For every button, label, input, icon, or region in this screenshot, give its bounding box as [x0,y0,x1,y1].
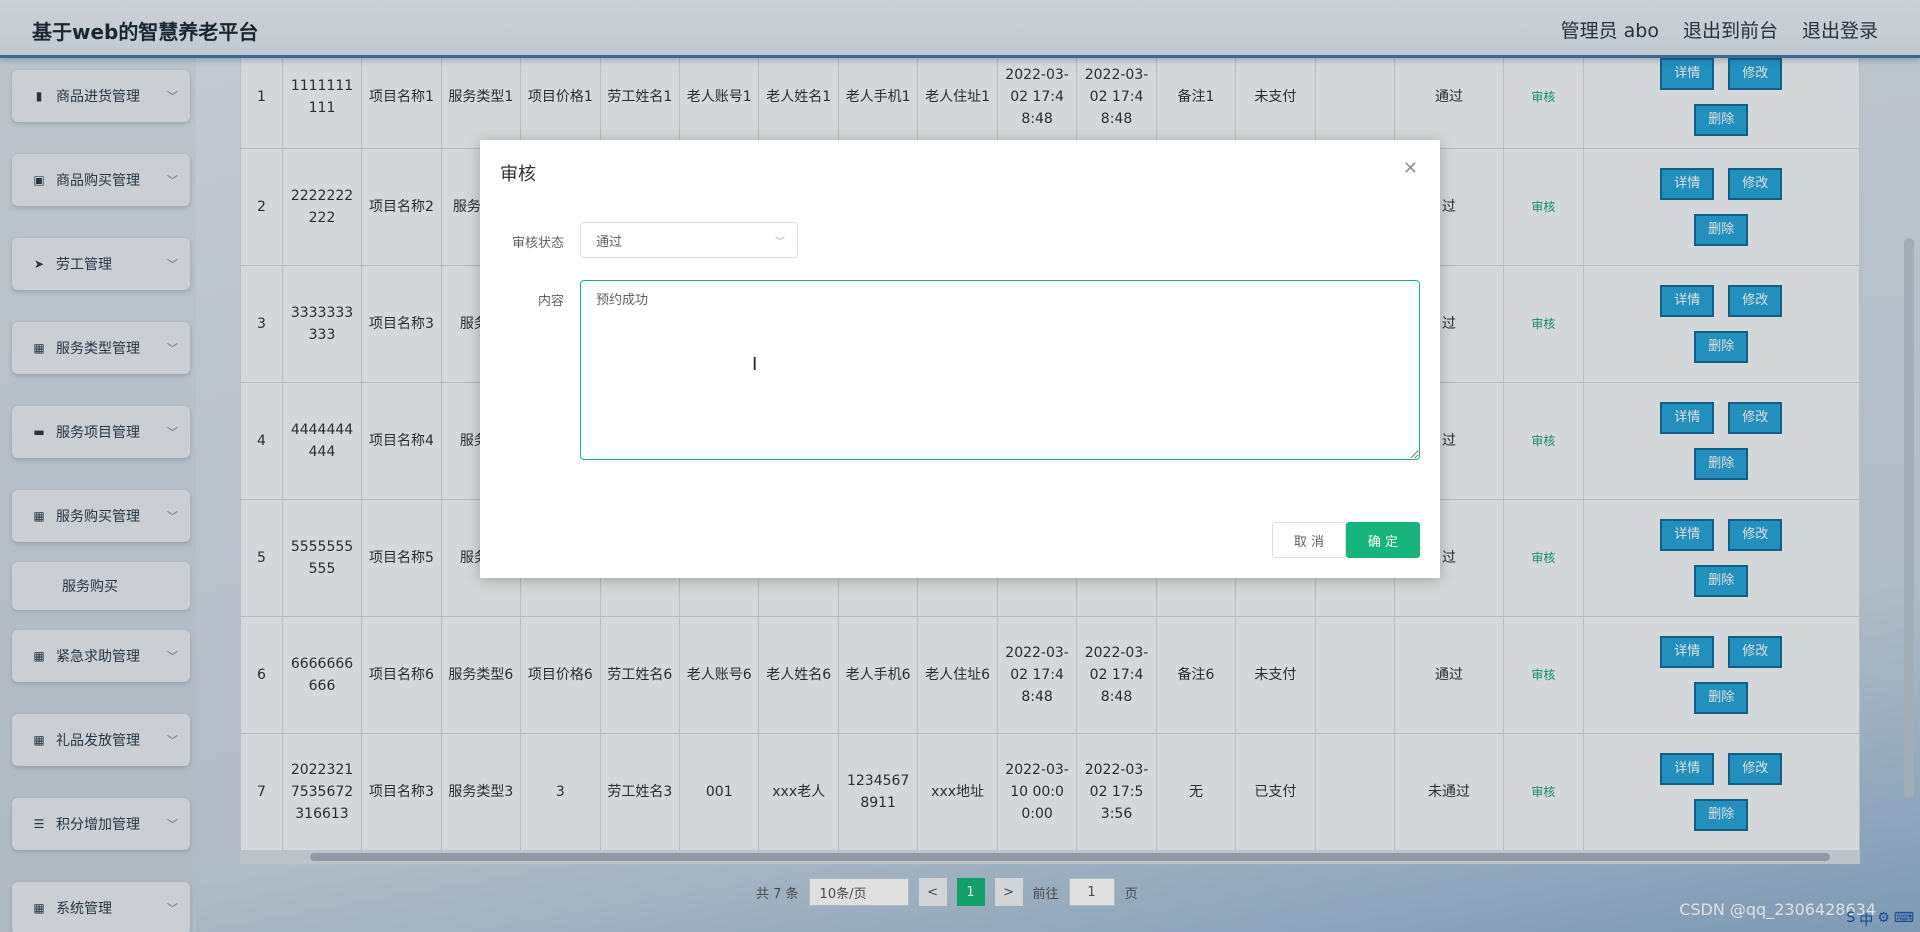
close-icon[interactable]: ✕ [1403,158,1418,179]
confirm-button[interactable]: 确 定 [1346,522,1420,558]
cancel-button[interactable]: 取 消 [1272,522,1346,558]
audit-status-label: 审核状态 [511,236,564,251]
dialog-title: 审核 [500,164,536,185]
audit-status-value: 通过 [596,234,623,250]
audit-status-select[interactable]: 通过 ﹀ [580,222,798,258]
content-label: 内容 [537,294,564,309]
audit-dialog: 审核 ✕ 审核状态 通过 ﹀ 内容 预约成功 取 消 确 定 [480,140,1440,578]
text-cursor-icon: I [752,354,758,375]
chevron-down-icon: ﹀ [775,237,785,248]
content-textarea[interactable]: 预约成功 [580,280,1420,460]
